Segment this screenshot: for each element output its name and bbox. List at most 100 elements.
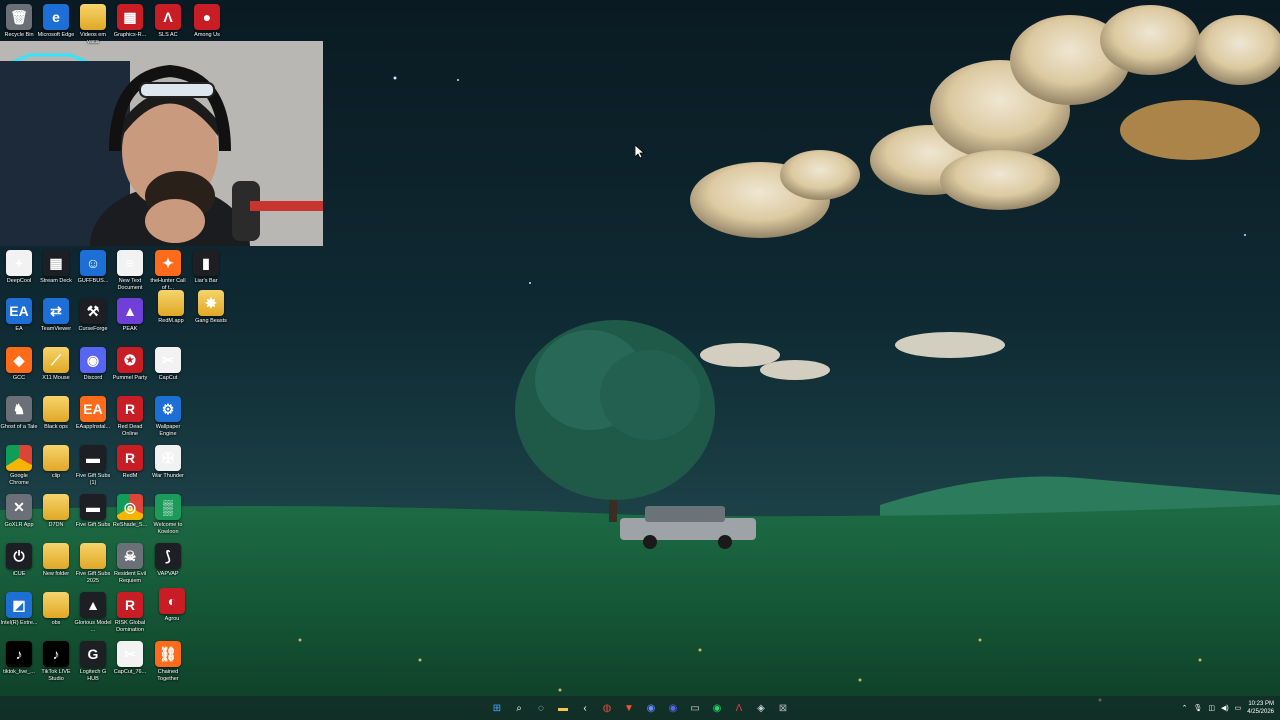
text-document-icon: ≡ bbox=[117, 250, 143, 276]
desktop-icon-war-thunder[interactable]: ✠ War Thunder bbox=[149, 445, 187, 480]
desktop-icon-logitech-g-hub[interactable]: G Logitech G HUB bbox=[74, 641, 112, 683]
desktop-icon-geforce[interactable]: ☺ GUFFBUS... bbox=[74, 250, 112, 285]
desktop-icon-peak[interactable]: ▲ PEAK bbox=[111, 298, 149, 333]
desktop-icon-sls-ac[interactable]: Λ SLS AC bbox=[149, 4, 187, 39]
microphone-icon[interactable]: 🎙 bbox=[1193, 704, 1202, 712]
chrome-icon bbox=[6, 445, 32, 471]
desktop-icon-label: EAappInstal... bbox=[75, 424, 111, 430]
desktop-icon-glorious-model[interactable]: ▲ Glorious Model ... bbox=[74, 592, 112, 634]
desktop-icon-thehunter[interactable]: ✦ theHunter Call of t... bbox=[149, 250, 187, 292]
chevron-up-icon[interactable]: ⌃ bbox=[1182, 704, 1188, 712]
brave-icon[interactable]: ▼ bbox=[621, 700, 638, 717]
copilot-icon[interactable]: ◌ bbox=[533, 700, 550, 717]
desktop-icon-label: TeamViewer bbox=[40, 326, 72, 332]
desktop-icon-label: Discord bbox=[83, 375, 103, 381]
desktop-icon-stream-deck[interactable]: ▦ Stream Deck bbox=[37, 250, 75, 285]
webcam-overlay bbox=[0, 41, 323, 246]
agrou-icon: ◐ bbox=[159, 588, 185, 614]
desktop-icon-tiktok-live-studio[interactable]: ♪ TikTok LIVE Studio bbox=[37, 641, 75, 683]
desktop-icon-vapvap[interactable]: ⟆ VAPVAP bbox=[149, 543, 187, 578]
desktop-icon-ea[interactable]: EA EA bbox=[0, 298, 38, 333]
search-icon[interactable]: ⌕ bbox=[511, 700, 528, 717]
tiktok-icon: ♪ bbox=[43, 641, 69, 667]
vapvap-icon: ⟆ bbox=[155, 543, 181, 569]
discord-icon[interactable]: ◉ bbox=[665, 700, 682, 717]
desktop-icon-red-dead-online[interactable]: R Red Dead Online bbox=[111, 396, 149, 438]
desktop-icon-x11-mouse[interactable]: ⟋ X11 Mouse bbox=[37, 347, 75, 382]
desktop-icon-five-gift-subs-2025[interactable]: Five Gift Subs 2025 bbox=[74, 543, 112, 585]
folder-icon bbox=[43, 396, 69, 422]
desktop-icon-chained-together[interactable]: ⛓ Chained Together bbox=[149, 641, 187, 683]
glorious-icon: ▲ bbox=[80, 592, 106, 618]
desktop-icon-among-us[interactable]: ● Among Us bbox=[188, 4, 226, 39]
desktop-icon-agrou[interactable]: ◐ Agrou bbox=[153, 588, 191, 623]
intel-icon: ◩ bbox=[6, 592, 32, 618]
desktop-icon-five-gift-subs-1[interactable]: ▬ Five Gift Subs (1) bbox=[74, 445, 112, 487]
volume-icon[interactable]: ◀) bbox=[1221, 704, 1229, 712]
desktop-icon-label: tiktok_live_... bbox=[3, 669, 35, 675]
desktop-icon-redm[interactable]: R RedM bbox=[111, 445, 149, 480]
desktop-icon-black-ops[interactable]: Black ops bbox=[37, 396, 75, 431]
taskbar-clock[interactable]: 10:23 PM 4/25/2026 bbox=[1247, 700, 1274, 716]
desktop-icon-gcc[interactable]: ◆ GCC bbox=[0, 347, 38, 382]
desktop-icon-intel-extreme[interactable]: ◩ Intel(R) Extre... bbox=[0, 592, 38, 627]
capcut-icon: ✂ bbox=[117, 641, 143, 667]
desktop-icon-label: CapCut bbox=[158, 375, 178, 381]
battery-icon[interactable]: ▭ bbox=[1235, 704, 1242, 712]
desktop-icon-tiktok-live[interactable]: ♪ tiktok_live_... bbox=[0, 641, 38, 676]
discord-icon: ◉ bbox=[80, 347, 106, 373]
sls-ac-icon[interactable]: Λ bbox=[731, 700, 748, 717]
desktop-icon-capcut[interactable]: ✂ CapCut bbox=[149, 347, 187, 382]
desktop-icon-label: ReShade_S... bbox=[112, 522, 148, 528]
network-icon[interactable]: ◫ bbox=[1208, 704, 1215, 712]
desktop-icon-pummel-party[interactable]: ✪ Pummel Party bbox=[111, 347, 149, 382]
stream-deck-icon: ▦ bbox=[43, 250, 69, 276]
teamviewer-icon: ⇄ bbox=[43, 298, 69, 324]
desktop-icon-label: clip bbox=[51, 473, 61, 479]
desktop-icon-ghost-of-a-tale[interactable]: ♞ Ghost of a Tale bbox=[0, 396, 38, 431]
reshade-icon: ◎ bbox=[117, 494, 143, 520]
desktop-icon-goxlr-app[interactable]: ✕ GoXLR App bbox=[0, 494, 38, 529]
spotify-icon[interactable]: ◉ bbox=[709, 700, 726, 717]
arrow-app-icon[interactable]: ‹ bbox=[577, 700, 594, 717]
desktop-icon-graphics-r[interactable]: ▦ Graphics-R... bbox=[111, 4, 149, 39]
desktop-icon-liars-bar[interactable]: ▮ Liar's Bar bbox=[187, 250, 225, 285]
desktop-icon-d7dn[interactable]: D7DN bbox=[37, 494, 75, 529]
desktop-icon-label: Videos em vaca bbox=[80, 32, 106, 45]
desktop-icon-eappinstaller[interactable]: EA EAappInstal... bbox=[74, 396, 112, 431]
desktop-icon-reshade[interactable]: ◎ ReShade_S... bbox=[111, 494, 149, 529]
desktop-icon-teamviewer[interactable]: ⇄ TeamViewer bbox=[37, 298, 75, 333]
desktop-icon-clip[interactable]: clip bbox=[37, 445, 75, 480]
desktop-icon-obs[interactable]: obs bbox=[37, 592, 75, 627]
desktop-icon-welcome-kowloon[interactable]: ▒ Welcome to Kowloon bbox=[149, 494, 187, 536]
desktop-icon-five-gift-subs[interactable]: ▬ Five Gift Subs bbox=[74, 494, 112, 529]
desktop-icon-redm-app[interactable]: RedM.app bbox=[152, 290, 190, 325]
desktop-icon-risk-global-domination[interactable]: R RISK Global Domination bbox=[111, 592, 149, 634]
recycle-bin-icon: 🗑 bbox=[6, 4, 32, 30]
windows-start-icon[interactable]: ⊞ bbox=[489, 700, 506, 717]
chrome-icon[interactable]: ◍ bbox=[599, 700, 616, 717]
app-icon[interactable]: ◉ bbox=[643, 700, 660, 717]
file-explorer-icon[interactable]: ▬ bbox=[555, 700, 572, 717]
desktop-icon-deepcool[interactable]: + DeepCool bbox=[0, 250, 38, 285]
desktop-icon-discord[interactable]: ◉ Discord bbox=[74, 347, 112, 382]
peak-icon: ▲ bbox=[117, 298, 143, 324]
desktop-icon-recycle-bin[interactable]: 🗑 Recycle Bin bbox=[0, 4, 38, 39]
desktop-icon-icue[interactable]: ⏻ iCUE bbox=[0, 543, 38, 578]
desktop-icon-label: New Text Document bbox=[117, 278, 143, 291]
desktop-icon-resident-evil-requiem[interactable]: ☠ Resident Evil Requiem bbox=[111, 543, 149, 585]
desktop-icon-google-chrome[interactable]: Google Chrome bbox=[0, 445, 38, 487]
app-icon[interactable]: ▭ bbox=[687, 700, 704, 717]
desktop-icon-curseforge[interactable]: ⚒ CurseForge bbox=[74, 298, 112, 333]
desktop-icon-microsoft-edge[interactable]: e Microsoft Edge bbox=[37, 4, 75, 39]
app-icon[interactable]: ⊠ bbox=[775, 700, 792, 717]
desktop-icon-gang-beasts[interactable]: ✸ Gang Beasts bbox=[192, 290, 230, 325]
desktop-icon-videos-folder[interactable]: Videos em vaca bbox=[74, 4, 112, 46]
desktop-icon-label: War Thunder bbox=[152, 473, 184, 479]
desktop-icon-label: RedM.app bbox=[158, 318, 184, 324]
desktop-icon-new-text[interactable]: ≡ New Text Document bbox=[111, 250, 149, 292]
desktop-icon-new-folder[interactable]: New folder bbox=[37, 543, 75, 578]
desktop-icon-wallpaper-engine[interactable]: ⚙ Wallpaper Engine bbox=[149, 396, 187, 438]
steam-icon[interactable]: ◈ bbox=[753, 700, 770, 717]
desktop-icon-capcut-76[interactable]: ✂ CapCut_76... bbox=[111, 641, 149, 676]
